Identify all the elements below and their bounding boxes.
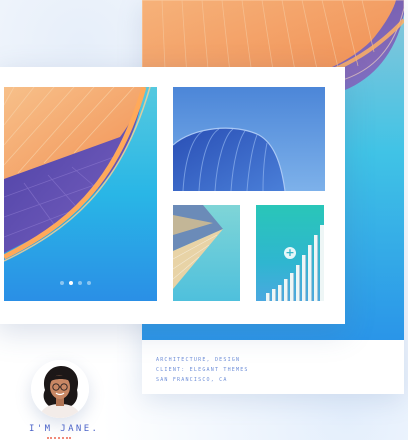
gallery-card: + (0, 67, 345, 324)
caption-location: SAN FRANCISCO, CA (156, 377, 228, 383)
slider-dot[interactable] (78, 281, 82, 285)
gallery-image-blue-dome[interactable] (173, 87, 325, 191)
plus-icon[interactable]: + (284, 247, 296, 259)
slider-dot[interactable] (87, 281, 91, 285)
gallery-image-stepped-columns[interactable]: + (256, 205, 324, 301)
slider-dot[interactable] (60, 281, 64, 285)
profile-name: I'M JANE. (29, 424, 100, 434)
slider-dots (60, 281, 91, 285)
gallery-image-curved-facade[interactable] (4, 87, 157, 301)
gallery-image-angled-building[interactable] (173, 205, 240, 301)
avatar[interactable] (31, 360, 89, 418)
caption-category: ARCHITECTURE, DESIGN (156, 357, 241, 363)
project-caption: ARCHITECTURE, DESIGN CLIENT: ELEGANT THE… (156, 355, 249, 385)
caption-client: CLIENT: ELEGANT THEMES (156, 367, 249, 373)
slider-dot-active[interactable] (69, 281, 73, 285)
